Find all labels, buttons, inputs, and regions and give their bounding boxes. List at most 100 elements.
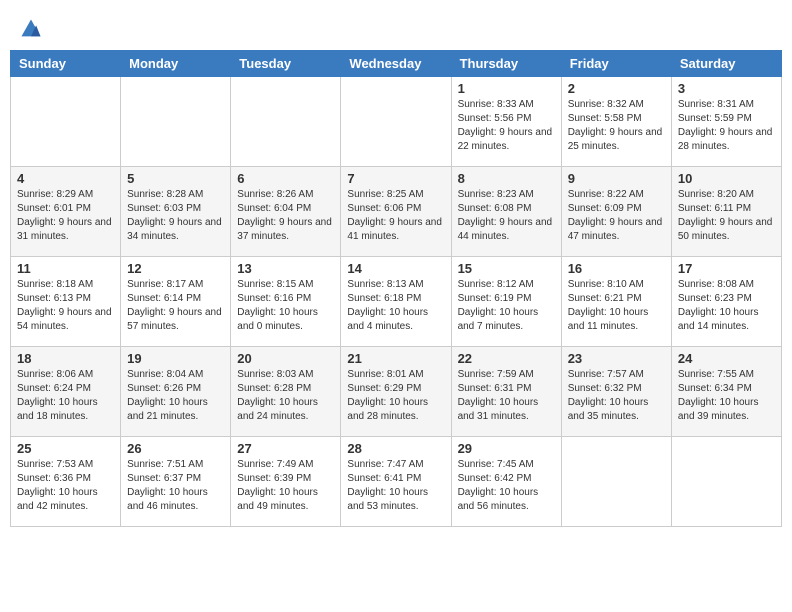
day-info: Sunrise: 8:25 AM Sunset: 6:06 PM Dayligh… [347,188,444,244]
calendar-cell: 3Sunrise: 8:31 AM Sunset: 5:59 PM Daylig… [671,77,781,167]
calendar-cell: 2 Sunrise: 8:32 AM Sunset: 5:58 PM Daylig… [561,77,671,167]
calendar-cell: 14 Sunrise: 8:13 AM Sunset: 6:18 PM Dayli… [341,257,451,347]
calendar-cell [341,77,451,167]
calendar-cell [561,437,671,527]
calendar-cell: 23 Sunrise: 7:57 AM Sunset: 6:32 PM Dayli… [561,347,671,437]
calendar-week-row: 25 Sunrise: 7:53 AM Sunset: 6:36 PM Dayli… [11,437,782,527]
calendar-cell: 29 Sunrise: 7:45 AM Sunset: 6:42 PM Dayli… [451,437,561,527]
calendar-cell [11,77,121,167]
day-info: Sunrise: 7:51 AM Sunset: 6:37 PM Dayligh… [127,458,224,514]
day-number: 28 [347,441,444,456]
calendar-cell: 11 Sunrise: 8:18 AM Sunset: 6:13 PM Dayli… [11,257,121,347]
calendar-cell: 24 Sunrise: 7:55 AM Sunset: 6:34 PM Dayli… [671,347,781,437]
day-info: Sunrise: 8:13 AM Sunset: 6:18 PM Dayligh… [347,278,444,334]
calendar-cell: 12Sunrise: 8:17 AM Sunset: 6:14 PM Dayli… [121,257,231,347]
day-info: Sunrise: 8:04 AM Sunset: 6:26 PM Dayligh… [127,368,224,424]
day-info: Sunrise: 7:55 AM Sunset: 6:34 PM Dayligh… [678,368,775,424]
calendar-cell [121,77,231,167]
day-number: 21 [347,351,444,366]
day-number: 19 [127,351,224,366]
calendar-cell: 4 Sunrise: 8:29 AM Sunset: 6:01 PM Daylig… [11,167,121,257]
day-info: Sunrise: 7:45 AM Sunset: 6:42 PM Dayligh… [458,458,555,514]
calendar-cell [671,437,781,527]
day-info: Sunrise: 8:10 AM Sunset: 6:21 PM Dayligh… [568,278,665,334]
day-number: 11 [17,261,114,276]
calendar-cell: 16Sunrise: 8:10 AM Sunset: 6:21 PM Dayli… [561,257,671,347]
day-info: Sunrise: 8:23 AM Sunset: 6:08 PM Dayligh… [458,188,555,244]
calendar-cell: 10 Sunrise: 8:20 AM Sunset: 6:11 PM Dayli… [671,167,781,257]
calendar-header-row: SundayMondayTuesdayWednesdayThursdayFrid… [11,51,782,77]
day-info: Sunrise: 8:22 AM Sunset: 6:09 PM Dayligh… [568,188,665,244]
day-number: 2 [568,81,665,96]
day-of-week-header: Monday [121,51,231,77]
day-of-week-header: Tuesday [231,51,341,77]
calendar-week-row: 18 Sunrise: 8:06 AM Sunset: 6:24 PM Dayli… [11,347,782,437]
calendar-cell: 8 Sunrise: 8:23 AM Sunset: 6:08 PM Daylig… [451,167,561,257]
calendar-cell: 7 Sunrise: 8:25 AM Sunset: 6:06 PM Daylig… [341,167,451,257]
calendar-week-row: 1 Sunrise: 8:33 AM Sunset: 5:56 PM Daylig… [11,77,782,167]
day-info: Sunrise: 7:47 AM Sunset: 6:41 PM Dayligh… [347,458,444,514]
day-number: 10 [678,171,775,186]
day-number: 9 [568,171,665,186]
day-number: 8 [458,171,555,186]
day-info: Sunrise: 7:49 AM Sunset: 6:39 PM Dayligh… [237,458,334,514]
day-of-week-header: Wednesday [341,51,451,77]
calendar-cell: 19 Sunrise: 8:04 AM Sunset: 6:26 PM Dayli… [121,347,231,437]
day-number: 25 [17,441,114,456]
calendar-cell: 28 Sunrise: 7:47 AM Sunset: 6:41 PM Dayli… [341,437,451,527]
calendar-cell: 1 Sunrise: 8:33 AM Sunset: 5:56 PM Daylig… [451,77,561,167]
day-info: Sunrise: 8:03 AM Sunset: 6:28 PM Dayligh… [237,368,334,424]
day-number: 22 [458,351,555,366]
calendar-cell: 25 Sunrise: 7:53 AM Sunset: 6:36 PM Dayli… [11,437,121,527]
day-number: 29 [458,441,555,456]
day-info: Sunrise: 8:33 AM Sunset: 5:56 PM Dayligh… [458,98,555,154]
day-info: Sunrise: 8:15 AM Sunset: 6:16 PM Dayligh… [237,278,334,334]
calendar-cell: 21 Sunrise: 8:01 AM Sunset: 6:29 PM Dayli… [341,347,451,437]
calendar-cell: 17 Sunrise: 8:08 AM Sunset: 6:23 PM Dayli… [671,257,781,347]
calendar-cell: 27 Sunrise: 7:49 AM Sunset: 6:39 PM Dayli… [231,437,341,527]
calendar-week-row: 11 Sunrise: 8:18 AM Sunset: 6:13 PM Dayli… [11,257,782,347]
day-info: Sunrise: 8:08 AM Sunset: 6:23 PM Dayligh… [678,278,775,334]
day-info: Sunrise: 8:28 AM Sunset: 6:03 PM Dayligh… [127,188,224,244]
day-number: 7 [347,171,444,186]
day-number: 17 [678,261,775,276]
day-number: 15 [458,261,555,276]
day-number: 3 [678,81,775,96]
day-info: Sunrise: 7:53 AM Sunset: 6:36 PM Dayligh… [17,458,114,514]
day-of-week-header: Sunday [11,51,121,77]
logo-icon [20,18,42,40]
calendar-cell: 6 Sunrise: 8:26 AM Sunset: 6:04 PM Daylig… [231,167,341,257]
logo [20,18,46,40]
day-info: Sunrise: 8:18 AM Sunset: 6:13 PM Dayligh… [17,278,114,334]
day-number: 6 [237,171,334,186]
day-number: 24 [678,351,775,366]
day-of-week-header: Thursday [451,51,561,77]
day-number: 20 [237,351,334,366]
day-info: Sunrise: 8:32 AM Sunset: 5:58 PM Dayligh… [568,98,665,154]
day-number: 23 [568,351,665,366]
day-number: 27 [237,441,334,456]
day-number: 5 [127,171,224,186]
header [10,10,782,46]
day-info: Sunrise: 8:01 AM Sunset: 6:29 PM Dayligh… [347,368,444,424]
day-info: Sunrise: 8:06 AM Sunset: 6:24 PM Dayligh… [17,368,114,424]
calendar-cell: 5 Sunrise: 8:28 AM Sunset: 6:03 PM Daylig… [121,167,231,257]
day-number: 12 [127,261,224,276]
calendar-cell: 22Sunrise: 7:59 AM Sunset: 6:31 PM Dayli… [451,347,561,437]
day-number: 1 [458,81,555,96]
day-info: Sunrise: 8:26 AM Sunset: 6:04 PM Dayligh… [237,188,334,244]
day-info: Sunrise: 7:57 AM Sunset: 6:32 PM Dayligh… [568,368,665,424]
calendar-cell: 15 Sunrise: 8:12 AM Sunset: 6:19 PM Dayli… [451,257,561,347]
day-number: 4 [17,171,114,186]
day-info: Sunrise: 8:29 AM Sunset: 6:01 PM Dayligh… [17,188,114,244]
day-of-week-header: Friday [561,51,671,77]
day-of-week-header: Saturday [671,51,781,77]
calendar-cell: 26Sunrise: 7:51 AM Sunset: 6:37 PM Dayli… [121,437,231,527]
calendar-week-row: 4 Sunrise: 8:29 AM Sunset: 6:01 PM Daylig… [11,167,782,257]
calendar-cell [231,77,341,167]
day-number: 14 [347,261,444,276]
day-info: Sunrise: 8:20 AM Sunset: 6:11 PM Dayligh… [678,188,775,244]
day-number: 18 [17,351,114,366]
calendar-cell: 20 Sunrise: 8:03 AM Sunset: 6:28 PM Dayli… [231,347,341,437]
day-info: Sunrise: 8:12 AM Sunset: 6:19 PM Dayligh… [458,278,555,334]
